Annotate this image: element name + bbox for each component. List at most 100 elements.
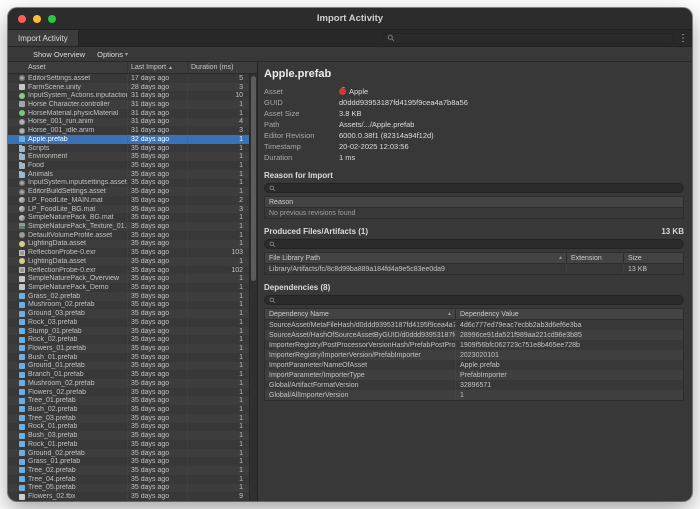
asset-duration: 1: [188, 110, 249, 117]
asset-row[interactable]: SimpleNaturePack_Texture_01.png 35 days …: [8, 222, 249, 231]
top-search-field[interactable]: [382, 33, 674, 44]
asset-list-header: Asset Last Import ▲ Duration (ms): [8, 62, 257, 74]
asset-row[interactable]: EditorSettings.asset 17 days ago 5: [8, 74, 249, 83]
column-header-file-library-path[interactable]: File Library Path ▲: [265, 253, 566, 263]
artifacts-search-field[interactable]: [264, 239, 684, 249]
asset-row[interactable]: Horse_001_run.anim 31 days ago 4: [8, 118, 249, 127]
column-header-size[interactable]: Size: [623, 253, 683, 263]
asset-row[interactable]: FarmScene.unity 28 days ago 3: [8, 83, 249, 92]
asset-row[interactable]: Tree_01.prefab 35 days ago 1: [8, 396, 249, 405]
asset-name-cell: Flowers_02.fbx: [8, 493, 128, 500]
asset-row[interactable]: LightingData.asset 35 days ago 1: [8, 240, 249, 249]
asset-name: InputSystem_Actions.inputactions: [28, 92, 127, 99]
asset-row[interactable]: Tree_02.prefab 35 days ago 1: [8, 466, 249, 475]
asset-row[interactable]: Tree_05.prefab 35 days ago 1: [8, 484, 249, 493]
asset-row[interactable]: Bush_03.prefab 35 days ago 1: [8, 431, 249, 440]
asset-row[interactable]: ReflectionProbe-0.exr 35 days ago 103: [8, 248, 249, 257]
asset-duration: 1: [188, 223, 249, 230]
asset-row[interactable]: Bush_01.prefab 35 days ago 1: [8, 353, 249, 362]
dependency-row[interactable]: ImportParameter/NameOfAsset Apple.prefab: [265, 360, 683, 370]
asset-row[interactable]: Mushroom_02.prefab 35 days ago 1: [8, 379, 249, 388]
show-overview-button[interactable]: Show Overview: [33, 50, 85, 59]
dependency-row[interactable]: SourceAsset/HashOfSourceAssetByGUID/d0dd…: [265, 330, 683, 340]
asset-row[interactable]: Tree_03.prefab 35 days ago 1: [8, 414, 249, 423]
asset-row[interactable]: Mushroom_02.prefab 35 days ago 1: [8, 301, 249, 310]
dependency-value: 32896571: [455, 380, 683, 390]
asset-row[interactable]: Horse Character.controller 31 days ago 1: [8, 100, 249, 109]
column-header-extension[interactable]: Extension: [566, 253, 623, 263]
asset-row[interactable]: InputSystem_Actions.inputactions 31 days…: [8, 91, 249, 100]
column-header-reason[interactable]: Reason: [265, 197, 683, 207]
column-header-duration[interactable]: Duration (ms): [188, 62, 257, 73]
asset-row[interactable]: Ground_03.prefab 35 days ago 1: [8, 309, 249, 318]
column-header-asset[interactable]: Asset: [8, 62, 128, 73]
window-menu-icon[interactable]: ⋮: [674, 30, 692, 47]
asset-row[interactable]: Scripts 35 days ago 1: [8, 144, 249, 153]
dependency-row[interactable]: ImporterRegistry/ImporterVersion/PrefabI…: [265, 350, 683, 360]
asset-row[interactable]: LP_FoodLite_MAIN.mat 35 days ago 2: [8, 196, 249, 205]
asset-row[interactable]: Grass_01.prefab 35 days ago 1: [8, 457, 249, 466]
dependencies-search-field[interactable]: [264, 295, 684, 305]
column-header-last-import[interactable]: Last Import ▲: [128, 62, 188, 73]
asset-row[interactable]: ReflectionProbe-0.exr 35 days ago 102: [8, 266, 249, 275]
asset-type-icon: [19, 267, 25, 273]
titlebar[interactable]: Import Activity: [8, 8, 692, 30]
list-scrollbar[interactable]: [249, 74, 257, 501]
asset-row[interactable]: Ground_02.prefab 35 days ago 1: [8, 449, 249, 458]
asset-row[interactable]: Rock_01.prefab 35 days ago 1: [8, 440, 249, 449]
asset-row[interactable]: Environment 35 days ago 1: [8, 152, 249, 161]
artifact-path: Library/Artifacts/fc/8c8d99ba889a184fd4a…: [265, 264, 566, 274]
asset-row[interactable]: Flowers_02.fbx 35 days ago 9: [8, 492, 249, 501]
asset-row[interactable]: Flowers_02.prefab 35 days ago 1: [8, 388, 249, 397]
asset-row[interactable]: Bush_02.prefab 35 days ago 1: [8, 405, 249, 414]
asset-row[interactable]: EditorBuildSettings.asset 35 days ago 1: [8, 187, 249, 196]
asset-duration: 1: [188, 240, 249, 247]
asset-row[interactable]: SimpleNaturePack_BG.mat 35 days ago 1: [8, 213, 249, 222]
asset-duration: 1: [188, 423, 249, 430]
artifacts-search-input[interactable]: [279, 240, 679, 248]
column-header-dependency-name[interactable]: Dependency Name ▲: [265, 309, 455, 319]
asset-row[interactable]: SimpleNaturePack_Overview 35 days ago 1: [8, 274, 249, 283]
top-search-input[interactable]: [398, 34, 669, 43]
asset-row[interactable]: Food 35 days ago 1: [8, 161, 249, 170]
reason-empty-row: No previous revisions found: [265, 208, 683, 218]
dependency-row[interactable]: Global/AllImporterVersion 1: [265, 390, 683, 400]
asset-row[interactable]: Tree_04.prefab 35 days ago 1: [8, 475, 249, 484]
asset-type-icon: [19, 459, 25, 465]
column-header-dependency-value[interactable]: Dependency Value: [455, 309, 683, 319]
asset-row[interactable]: Apple.prefab 32 days ago 1: [8, 135, 249, 144]
dependency-row[interactable]: Global/ArtifactFormatVersion 32896571: [265, 380, 683, 390]
asset-row[interactable]: Animals 35 days ago 1: [8, 170, 249, 179]
dependency-row[interactable]: ImportParameter/ImporterType PrefabImpor…: [265, 370, 683, 380]
asset-row[interactable]: Ground_01.prefab 35 days ago 1: [8, 362, 249, 371]
tab-import-activity[interactable]: Import Activity: [8, 30, 79, 46]
dependency-row[interactable]: ImporterRegistry/PostProcessorVersionHas…: [265, 340, 683, 350]
artifact-row[interactable]: Library/Artifacts/fc/8c8d99ba889a184fd4a…: [265, 264, 683, 274]
asset-name-cell: Ground_03.prefab: [8, 310, 128, 317]
asset-name-cell: Tree_02.prefab: [8, 467, 128, 474]
asset-row[interactable]: Horse_001_idle.anim 31 days ago 3: [8, 126, 249, 135]
asset-row[interactable]: Flowers_01.prefab 35 days ago 1: [8, 344, 249, 353]
asset-row[interactable]: LP_FoodLite_BG.mat 35 days ago 3: [8, 205, 249, 214]
asset-row[interactable]: HorseMaterial.physicMaterial 31 days ago…: [8, 109, 249, 118]
asset-row[interactable]: InputSystem.inputsettings.asset 35 days …: [8, 179, 249, 188]
dependency-row[interactable]: SourceAsset/MetaFileHash/d0ddd93953187fd…: [265, 320, 683, 330]
window-title: Import Activity: [8, 8, 692, 29]
asset-row[interactable]: Stump_01.prefab 35 days ago 1: [8, 327, 249, 336]
asset-row[interactable]: Rock_01.prefab 35 days ago 1: [8, 423, 249, 432]
asset-row[interactable]: Grass_02.prefab 35 days ago 1: [8, 292, 249, 301]
asset-row[interactable]: Rock_03.prefab 35 days ago 1: [8, 318, 249, 327]
dependencies-search-input[interactable]: [279, 296, 679, 304]
reason-search-input[interactable]: [279, 184, 679, 192]
asset-row[interactable]: LightingData.asset 35 days ago 1: [8, 257, 249, 266]
asset-type-icon: [19, 494, 25, 500]
asset-row[interactable]: DefaultVolumeProfile.asset 35 days ago 1: [8, 231, 249, 240]
asset-row[interactable]: SimpleNaturePack_Demo 35 days ago 1: [8, 283, 249, 292]
asset-row[interactable]: Rock_02.prefab 35 days ago 1: [8, 335, 249, 344]
scrollbar-thumb[interactable]: [251, 76, 256, 281]
asset-row[interactable]: Branch_01.prefab 35 days ago 1: [8, 370, 249, 379]
asset-name-cell: Environment: [8, 153, 128, 160]
asset-name-cell: Apple.prefab: [8, 136, 128, 143]
reason-search-field[interactable]: [264, 183, 684, 193]
options-dropdown[interactable]: Options ▾: [97, 50, 128, 59]
